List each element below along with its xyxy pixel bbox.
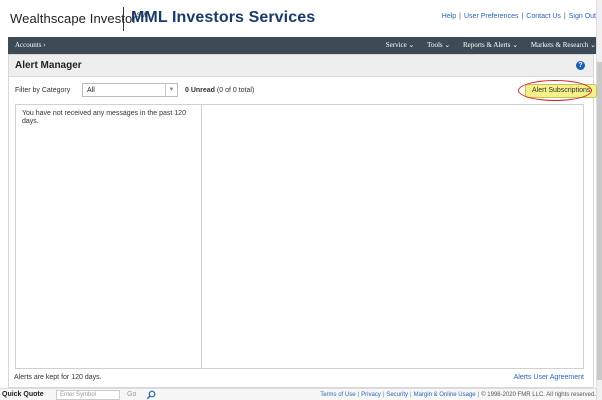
search-icon[interactable] xyxy=(146,390,156,400)
symbol-input[interactable]: Enter Symbol xyxy=(56,390,120,400)
alerts-user-agreement-link[interactable]: Alerts User Agreement xyxy=(514,374,584,381)
security-link[interactable]: Security xyxy=(386,392,408,398)
chevron-down-icon: ▼ xyxy=(165,84,177,96)
user-preferences-link[interactable]: User Preferences xyxy=(464,13,518,20)
utility-links: Help | User Preferences | Contact Us | Sign Ou… xyxy=(441,13,596,20)
chevron-down-icon: ⌄ xyxy=(444,41,451,49)
contact-us-link[interactable]: Contact Us xyxy=(526,13,561,20)
help-link[interactable]: Help xyxy=(442,13,456,20)
go-button[interactable]: Go xyxy=(127,391,136,398)
wealthscape-logo[interactable]: Wealthscape InvestorSM xyxy=(10,11,146,26)
privacy-link[interactable]: Privacy xyxy=(361,392,381,398)
message-detail-pane xyxy=(201,104,584,369)
brand-divider xyxy=(123,7,124,31)
page-scrollbar[interactable] xyxy=(596,0,602,400)
message-list[interactable]: You have not received any messages in th… xyxy=(15,104,202,369)
highlight-ring xyxy=(518,80,592,101)
nav-accounts[interactable]: Accounts › xyxy=(15,41,46,49)
panel-header: Alert Manager ? xyxy=(9,55,593,77)
terms-of-use-link[interactable]: Terms of Use xyxy=(320,392,355,398)
unread-count: 0 Unread (0 of 0 total) xyxy=(185,87,255,94)
site-header: Wealthscape InvestorSM MML Investors Ser… xyxy=(0,0,596,37)
chevron-down-icon: ⌄ xyxy=(512,41,519,49)
nav-tools[interactable]: Tools ⌄ xyxy=(427,41,450,49)
nav-markets-research[interactable]: Markets & Research ⌄ xyxy=(531,41,596,49)
main-nav: Accounts › Service ⌄ Tools ⌄ Reports & A… xyxy=(8,37,596,54)
quick-quote-label: Quick Quote xyxy=(2,391,44,398)
copyright: © 1998-2020 FMR LLC. All rights reserved… xyxy=(481,392,596,398)
mml-logo: MML Investors Services xyxy=(131,9,316,26)
sign-out-link[interactable]: Sign Out xyxy=(569,13,596,20)
nav-reports-alerts[interactable]: Reports & Alerts ⌄ xyxy=(463,41,518,49)
retention-note: Alerts are kept for 120 days. xyxy=(14,374,102,381)
page-title: Alert Manager xyxy=(15,60,82,71)
help-icon[interactable]: ? xyxy=(576,61,585,70)
footer-links: Terms of Use | Privacy | Security | Margin & O… xyxy=(320,392,596,398)
footer-bar: Quick Quote Enter Symbol Go Terms of Use… xyxy=(0,388,596,400)
scrollbar-thumb[interactable] xyxy=(597,62,602,380)
filter-label: Filter by Category xyxy=(15,87,71,94)
category-filter-select[interactable]: All ▼ xyxy=(82,83,178,97)
nav-service[interactable]: Service ⌄ xyxy=(386,41,415,49)
chevron-right-icon: › xyxy=(43,41,46,49)
margin-online-usage-link[interactable]: Margin & Online Usage xyxy=(414,392,476,398)
empty-message: You have not received any messages in th… xyxy=(22,110,186,125)
chevron-down-icon: ⌄ xyxy=(408,41,415,49)
